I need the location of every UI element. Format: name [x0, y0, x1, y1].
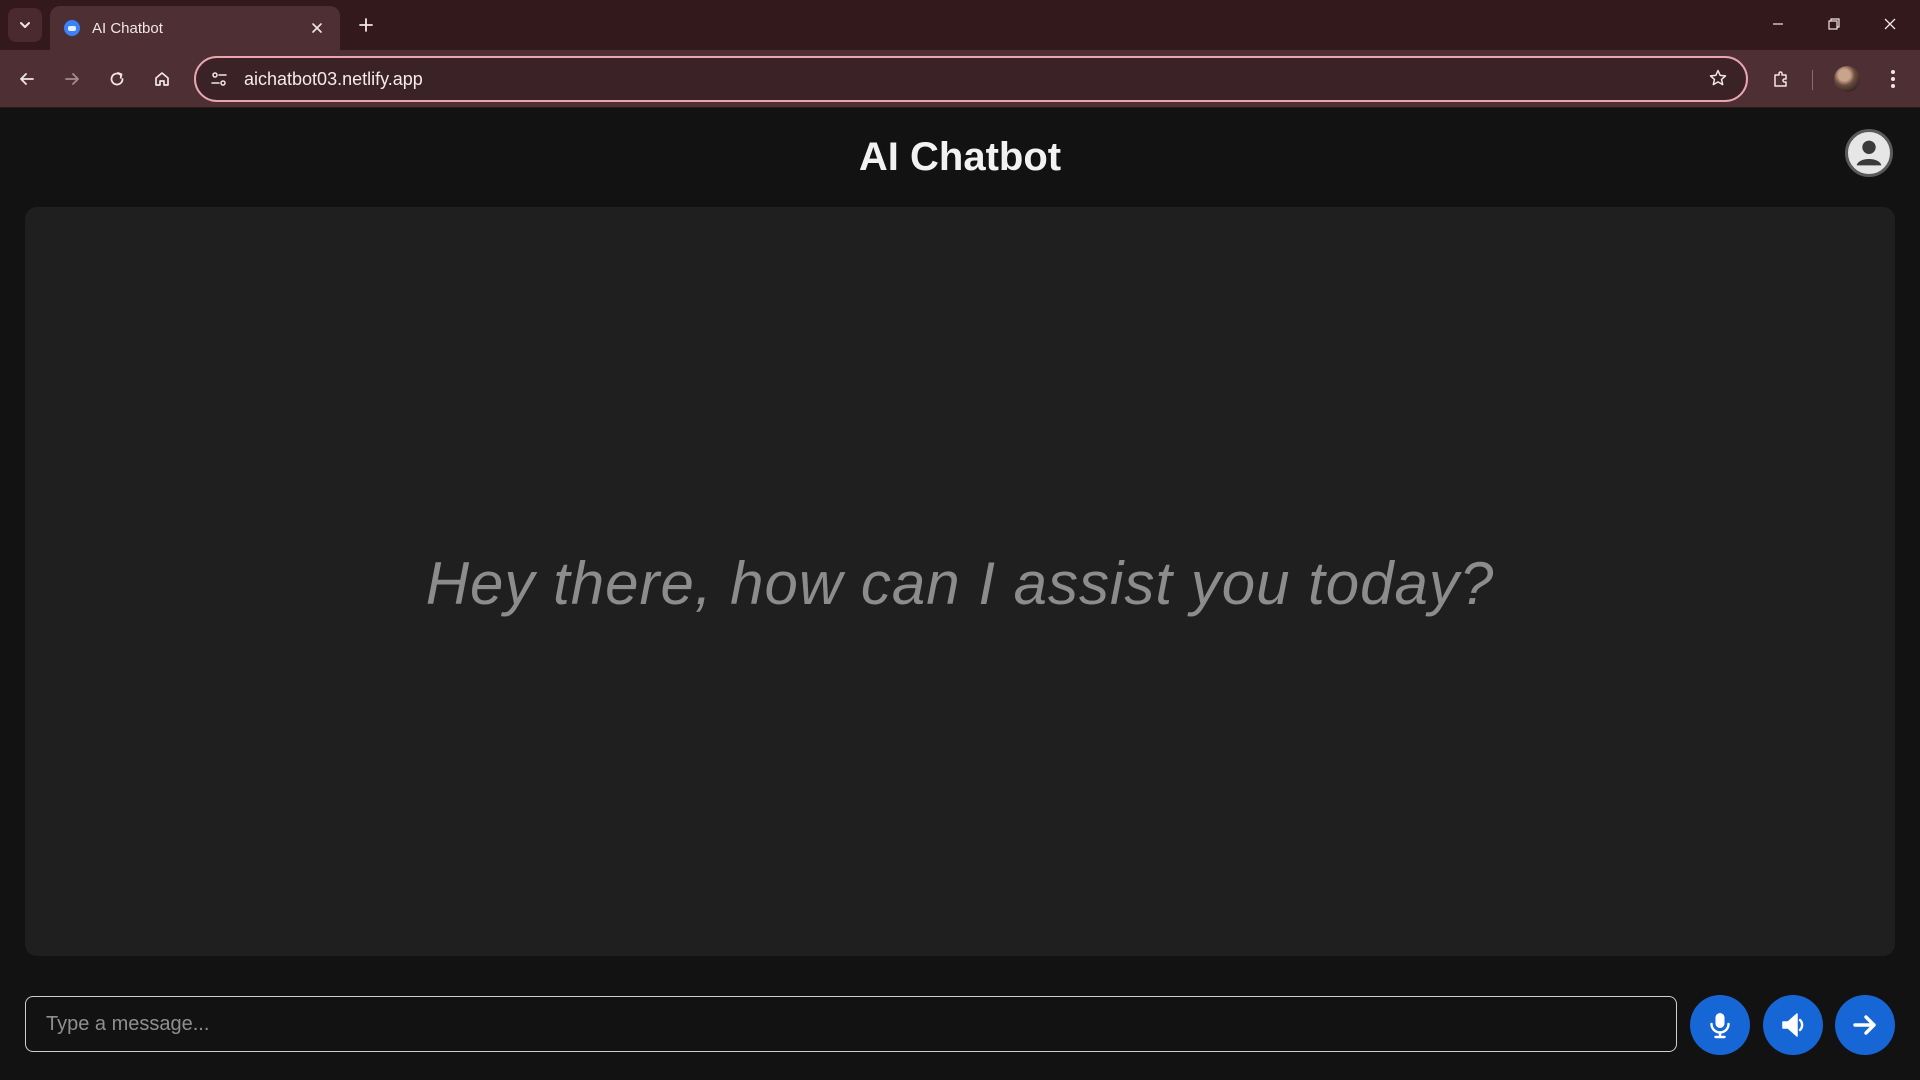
speaker-button[interactable] [1763, 995, 1823, 1055]
chevron-down-icon [20, 22, 30, 28]
mic-button[interactable] [1690, 995, 1750, 1055]
user-icon [1848, 132, 1890, 174]
back-button[interactable] [10, 62, 44, 96]
more-vertical-icon [1891, 70, 1895, 88]
close-icon [1884, 18, 1896, 30]
avatar [1834, 66, 1860, 92]
message-input[interactable] [26, 997, 1676, 1051]
extensions-button[interactable] [1764, 62, 1798, 96]
tab-search-button[interactable] [8, 8, 42, 42]
address-bar[interactable]: aichatbot03.netlify.app [194, 56, 1748, 102]
chat-messages-panel: Hey there, how can I assist you today? [25, 207, 1895, 956]
close-icon [312, 23, 322, 33]
minimize-icon [1773, 23, 1783, 25]
arrow-right-icon [65, 73, 79, 85]
window-close-button[interactable] [1862, 0, 1918, 48]
reload-button[interactable] [100, 62, 134, 96]
arrow-right-icon [1853, 1015, 1876, 1035]
toolbar-divider [1812, 70, 1813, 90]
home-button[interactable] [145, 62, 179, 96]
chatbot-favicon-icon [64, 20, 80, 36]
forward-button[interactable] [55, 62, 89, 96]
browser-toolbar: aichatbot03.netlify.app [0, 50, 1920, 108]
chatbot-page: AI Chatbot Hey there, how can I assist y… [0, 109, 1920, 1080]
browser-menu-button[interactable] [1876, 62, 1910, 96]
tab-title: AI Chatbot [92, 19, 163, 37]
browser-titlebar: AI Chatbot [0, 0, 1920, 50]
message-input-box [25, 996, 1677, 1052]
send-button[interactable] [1835, 995, 1895, 1055]
restore-icon [1828, 18, 1840, 30]
home-icon [155, 72, 169, 86]
url-text: aichatbot03.netlify.app [244, 68, 423, 89]
page-title: AI Chatbot [858, 135, 1062, 179]
restore-button[interactable] [1806, 0, 1862, 48]
reload-icon [110, 72, 124, 86]
tab-close-button[interactable] [306, 17, 328, 39]
new-tab-button[interactable] [352, 11, 380, 39]
puzzle-icon [1774, 71, 1787, 87]
speaker-icon [1782, 1013, 1804, 1037]
user-profile-button[interactable] [1845, 129, 1893, 177]
profile-button[interactable] [1830, 62, 1864, 96]
welcome-message: Hey there, how can I assist you today? [425, 550, 1495, 617]
browser-tab[interactable]: AI Chatbot [50, 6, 340, 50]
minimize-button[interactable] [1750, 0, 1806, 48]
microphone-icon [1710, 1013, 1730, 1039]
site-settings-icon[interactable] [210, 70, 228, 88]
plus-icon [359, 18, 373, 32]
arrow-left-icon [20, 73, 34, 85]
bookmark-star-icon[interactable] [1708, 68, 1728, 93]
